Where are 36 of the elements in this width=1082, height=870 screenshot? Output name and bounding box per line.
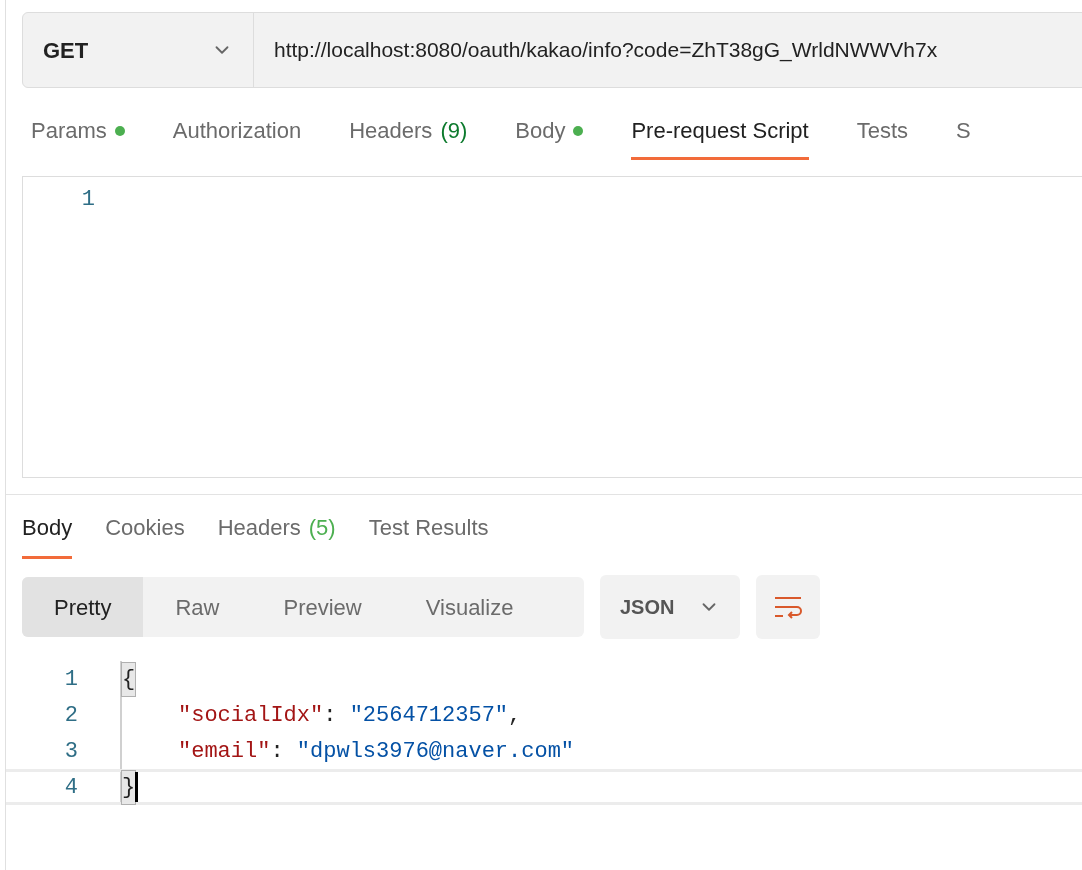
response-tab[interactable]: Headers (5) (217, 511, 336, 559)
json-punctuation: : (270, 737, 285, 766)
request-tab[interactable]: Authorization (172, 110, 302, 160)
json-string: "2564712357" (349, 701, 509, 730)
wrap-lines-button[interactable] (756, 575, 821, 639)
response-tab[interactable]: Body (22, 511, 73, 559)
view-mode-tab[interactable]: Preview (251, 577, 394, 637)
json-key: "email" (178, 734, 271, 768)
line-number: 3 (63, 737, 78, 766)
request-tab[interactable]: S (956, 110, 971, 160)
line-number: 2 (63, 701, 78, 730)
text-cursor (135, 772, 139, 802)
line-number: 1 (80, 186, 95, 214)
view-mode-tab[interactable]: Visualize (393, 577, 546, 637)
request-tab[interactable]: Params (31, 110, 125, 160)
json-string: "dpwls3976@naver.com" (296, 737, 575, 766)
text-wrap-icon (773, 595, 804, 619)
request-tab[interactable]: Tests (856, 110, 909, 160)
script-editor[interactable]: 1 (22, 176, 1082, 478)
line-number: 1 (63, 665, 78, 694)
response-tab[interactable]: Cookies (105, 511, 185, 559)
request-tab[interactable]: Headers (9) (349, 110, 468, 160)
view-mode-tab[interactable]: Raw (143, 577, 252, 637)
count-label: (9) (440, 117, 468, 145)
request-tab[interactable]: Pre-request Script (631, 110, 809, 160)
count-label: (5) (308, 514, 336, 542)
json-brace: { (122, 662, 136, 696)
line-number: 4 (63, 773, 78, 802)
request-tab[interactable]: Body (515, 110, 584, 160)
view-mode-tab[interactable]: Pretty (22, 577, 144, 637)
json-punctuation: : (323, 701, 338, 730)
json-key: "socialIdx" (178, 698, 324, 732)
format-dropdown[interactable]: JSON (600, 575, 741, 639)
response-tab[interactable]: Test Results (368, 511, 489, 559)
json-brace: } (122, 770, 136, 804)
json-punctuation: , (508, 701, 522, 730)
